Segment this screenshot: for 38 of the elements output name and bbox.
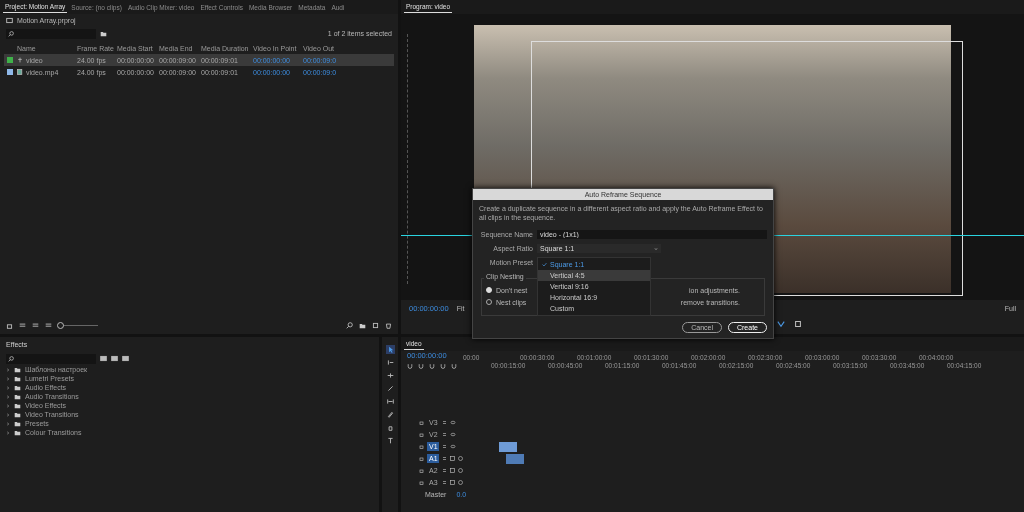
eye-icon[interactable]	[450, 444, 456, 449]
search-field[interactable]	[6, 353, 96, 364]
sync-lock-icon[interactable]	[442, 420, 447, 425]
sync-lock-icon[interactable]	[442, 444, 447, 449]
razor-icon[interactable]	[386, 385, 394, 392]
trash-icon[interactable]	[385, 321, 392, 329]
clip[interactable]	[506, 453, 524, 464]
eye-icon[interactable]	[450, 420, 456, 425]
type-icon[interactable]	[386, 437, 394, 444]
track-select-icon[interactable]	[386, 359, 394, 366]
search-icon	[8, 30, 14, 37]
snap-icon[interactable]	[418, 363, 424, 369]
sync-lock-icon[interactable]	[442, 468, 447, 473]
clip[interactable]	[499, 441, 517, 452]
bin-icon	[6, 17, 13, 24]
sync-lock-icon[interactable]	[442, 480, 447, 485]
search-icon	[8, 355, 14, 362]
list-view-icon[interactable]	[19, 321, 26, 329]
checkmark-icon	[542, 262, 547, 267]
32-bit-effects-icon[interactable]	[111, 355, 118, 362]
export-frame-icon[interactable]	[793, 320, 802, 328]
new-bin-icon[interactable]	[100, 30, 107, 37]
slip-icon[interactable]	[386, 398, 394, 405]
zoom-slider[interactable]	[57, 321, 64, 329]
yuv-effects-icon[interactable]	[122, 355, 129, 362]
sync-lock-icon[interactable]	[442, 456, 447, 461]
new-item-icon[interactable]	[372, 321, 379, 329]
ripple-edit-icon[interactable]	[386, 372, 394, 379]
new-bin-icon[interactable]	[359, 321, 366, 329]
sync-lock-icon[interactable]	[442, 432, 447, 437]
selection-tool-icon[interactable]	[386, 346, 394, 353]
pen-icon[interactable]	[386, 411, 394, 418]
search-field[interactable]	[6, 28, 96, 39]
eye-icon[interactable]	[450, 432, 456, 437]
accelerated-effects-icon[interactable]	[100, 355, 107, 362]
comparison-icon[interactable]	[776, 320, 785, 328]
clip-icon	[17, 68, 23, 75]
find-icon[interactable]	[346, 321, 353, 329]
